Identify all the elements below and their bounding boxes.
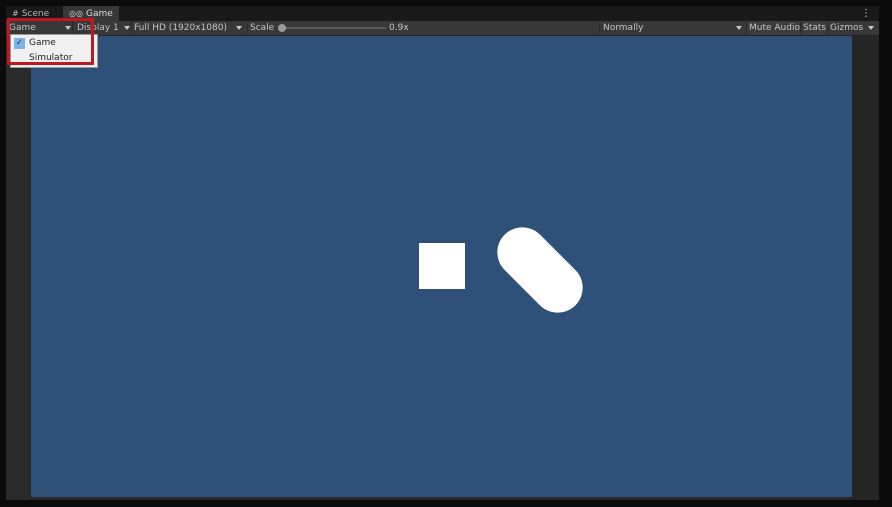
divider (72, 22, 73, 34)
tab-game-label: Game (85, 9, 113, 19)
gizmos-label: Gizmos (830, 23, 864, 33)
chevron-down-icon (124, 26, 130, 30)
scale-slider-track[interactable] (282, 27, 386, 29)
divider (131, 22, 132, 34)
grid-icon: # (12, 9, 19, 18)
letterbox-left (6, 36, 31, 500)
mute-audio-button[interactable]: Mute Audio (748, 21, 800, 35)
menu-item-label: Simulator (29, 53, 73, 63)
resolution-dropdown[interactable]: Full HD (1920x1080) (134, 21, 246, 35)
view-select-menu: ✓ Game Simulator (10, 34, 98, 68)
tab-game[interactable]: ◎◎ Game (63, 6, 119, 21)
chevron-down-icon (736, 26, 742, 30)
play-mode-label: Normally (603, 23, 644, 33)
white-square (419, 243, 465, 289)
chevron-down-icon (868, 26, 874, 30)
stats-button[interactable]: Stats (803, 21, 827, 35)
letterbox-right (852, 36, 879, 500)
divider (247, 22, 248, 34)
white-capsule (486, 216, 594, 324)
tab-bar: # Scene ◎◎ Game ⋮ (6, 6, 879, 21)
gamepad-icon: ◎◎ (69, 9, 83, 18)
check-icon: ✓ (14, 38, 25, 49)
scale-slider-handle[interactable] (278, 24, 286, 32)
view-select-dropdown[interactable]: Game (9, 21, 71, 35)
game-window: # Scene ◎◎ Game ⋮ Game Display 1 Full HD (… (6, 6, 879, 500)
game-toolbar: Game Display 1 Full HD (1920x1080) Scale… (6, 21, 879, 36)
more-options-icon[interactable]: ⋮ (861, 6, 871, 21)
display-dropdown[interactable]: Display 1 (77, 21, 131, 35)
divider (800, 22, 801, 34)
display-label: Display 1 (77, 23, 119, 33)
scale-value: 0.9x (389, 23, 409, 33)
menu-item-simulator[interactable]: Simulator (11, 51, 97, 66)
tab-scene[interactable]: # Scene (6, 6, 64, 21)
scale-label: Scale (250, 23, 275, 33)
menu-item-label: Game (29, 38, 56, 48)
view-select-label: Game (9, 23, 36, 33)
divider (599, 22, 600, 34)
resolution-label: Full HD (1920x1080) (134, 23, 227, 33)
menu-item-game[interactable]: ✓ Game (11, 36, 97, 51)
chevron-down-icon (236, 26, 242, 30)
game-viewport[interactable] (31, 36, 852, 497)
chevron-down-icon (65, 26, 71, 30)
divider (746, 22, 747, 34)
gizmos-dropdown[interactable]: Gizmos (830, 21, 876, 35)
divider (827, 22, 828, 34)
tab-scene-label: Scene (21, 9, 50, 19)
play-mode-dropdown[interactable]: Normally (603, 21, 745, 35)
